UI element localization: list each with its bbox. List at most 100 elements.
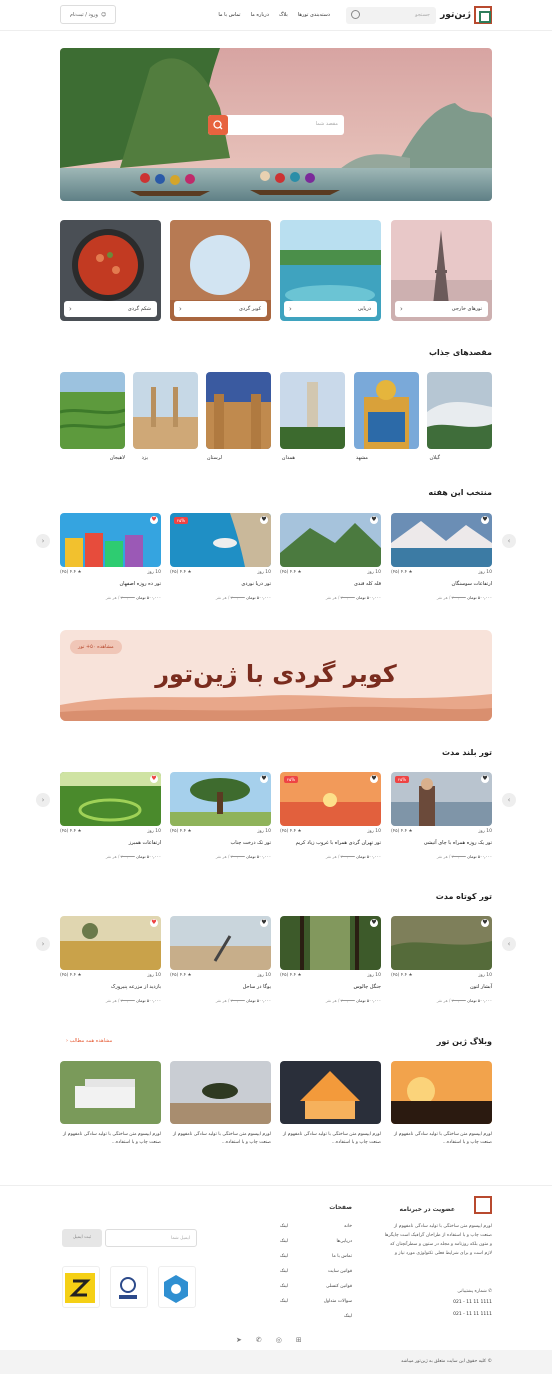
destination-card[interactable] <box>206 372 271 449</box>
category-card-desert[interactable]: کویر گردی ‹ <box>170 220 271 321</box>
footer-page-link[interactable]: لینک <box>324 1309 352 1324</box>
heart-icon[interactable]: ♥ <box>481 775 489 783</box>
carousel-next-button[interactable]: › <box>502 534 516 548</box>
brand-logo[interactable]: ژین‌تور <box>440 6 492 24</box>
heart-icon[interactable]: ♥ <box>150 775 158 783</box>
green-spiral-image <box>60 772 161 826</box>
tour-card[interactable]: ♥ <box>170 772 271 826</box>
footer-page-link[interactable]: تماس با ما <box>324 1249 352 1264</box>
phone-1[interactable]: 021 - 11 11 1111 <box>453 1300 492 1305</box>
whatsapp-icon[interactable]: ✆ <box>256 1336 262 1344</box>
hero-search-input[interactable]: مقصد شما <box>208 115 344 135</box>
carousel-prev-button[interactable]: ‹ <box>36 793 50 807</box>
carousel-prev-button[interactable]: ‹ <box>36 534 50 548</box>
heart-icon[interactable]: ♥ <box>481 919 489 927</box>
footer-page-link[interactable]: خانه <box>324 1219 352 1234</box>
footer-page-link[interactable]: قوانین کنسلی <box>324 1279 352 1294</box>
heart-icon[interactable]: ♥ <box>260 516 268 524</box>
trust-badge-zarinpal[interactable] <box>62 1266 100 1308</box>
heart-icon[interactable]: ♥ <box>150 516 158 524</box>
nav-contact[interactable]: تماس با ما <box>218 12 240 18</box>
footer-page-link[interactable]: سوالات متداول <box>324 1294 352 1309</box>
footer-link[interactable]: لینک <box>280 1219 288 1234</box>
heart-icon[interactable]: ♥ <box>260 775 268 783</box>
heart-icon[interactable]: ♥ <box>150 919 158 927</box>
tour-price: ۵۰۰,۰۰۰ تومان ۷۰۰,۰۰۰ / هر نفر <box>216 595 271 600</box>
blog-more-link[interactable]: مشاهده همه مطالب ‹ <box>66 1038 112 1044</box>
tour-card[interactable]: ♥ <box>170 916 271 970</box>
heart-icon[interactable]: ♥ <box>260 919 268 927</box>
desert-promo-banner[interactable]: کویر گردی با ژین‌تور مشاهده ۵۰+ تور <box>60 630 492 721</box>
category-card-sea[interactable]: دریایی ‹ <box>280 220 381 321</box>
hero-banner: مقصد شما <box>60 48 492 201</box>
tour-card[interactable]: ♥ <box>60 772 161 826</box>
trust-badge-enamad[interactable] <box>158 1266 196 1308</box>
blog-card[interactable]: لورم ایپسوم متن ساختگی با تولید سادگی نا… <box>60 1061 161 1145</box>
destination-card[interactable] <box>60 372 125 449</box>
destination-card[interactable] <box>354 372 419 449</box>
destination-card[interactable] <box>280 372 345 449</box>
carousel-next-button[interactable]: › <box>502 793 516 807</box>
phone-2[interactable]: 021 - 11 11 1111 <box>453 1312 492 1317</box>
destination-card[interactable] <box>427 372 492 449</box>
tour-card[interactable]: ♥ <box>60 513 161 567</box>
tour-card[interactable]: ♥ ۲۵% <box>391 772 492 826</box>
banner-title: کویر گردی با ژین‌تور <box>155 660 397 688</box>
heart-icon[interactable]: ♥ <box>370 775 378 783</box>
newsletter-submit-button[interactable]: ثبت ایمیل <box>62 1229 102 1247</box>
tour-rating: ★ ۴.۴ (۴۵) <box>280 570 302 575</box>
footer-link[interactable]: لینک <box>280 1279 288 1294</box>
old-price: ۷۰۰,۰۰۰ <box>340 998 355 1003</box>
enamad-icon <box>164 1275 188 1303</box>
login-label: ورود / ثبت‌نام <box>69 11 98 18</box>
footer-link[interactable]: لینک <box>280 1294 288 1309</box>
old-price: ۷۰۰,۰۰۰ <box>451 854 466 859</box>
tour-card[interactable]: ♥ <box>280 916 381 970</box>
footer-page-link[interactable]: قوانین سایت <box>324 1264 352 1279</box>
tour-card[interactable]: ♥ <box>391 513 492 567</box>
category-card-food[interactable]: شکم گردی ‹ <box>60 220 161 321</box>
instagram-icon[interactable]: ◎ <box>276 1336 282 1344</box>
login-button[interactable]: ☺ ورود / ثبت‌نام <box>60 5 116 24</box>
footer-page-link[interactable]: دریایی‌ها <box>324 1234 352 1249</box>
tour-card[interactable]: ♥ ۲۵% <box>280 772 381 826</box>
hero-search-button[interactable] <box>208 115 228 135</box>
footer-link[interactable]: لینک <box>280 1264 288 1279</box>
windows-icon[interactable]: ⊞ <box>296 1336 302 1344</box>
email-field[interactable]: ایمیل شما <box>105 1229 197 1247</box>
tour-card[interactable]: ♥ <box>391 916 492 970</box>
phone-icon: ✆ <box>488 1289 492 1294</box>
search-input[interactable]: جستجو <box>346 7 436 24</box>
tour-title: تور یک روزه همراه با چای آتیشی <box>423 840 492 846</box>
heart-icon[interactable]: ♥ <box>481 516 489 524</box>
tour-card[interactable]: ♥ ۲۵% <box>170 513 271 567</box>
heart-icon[interactable]: ♥ <box>370 516 378 524</box>
price-value: ۵۰۰,۰۰۰ تومان <box>136 998 161 1003</box>
tour-card[interactable]: ♥ <box>60 916 161 970</box>
tour-card-meta: 10 روز ★ ۴.۴ (۴۵) آبشار لتون ۵۰۰,۰۰۰ تومان … <box>391 973 492 1007</box>
old-price: ۷۰۰,۰۰۰ <box>451 595 466 600</box>
nav-about[interactable]: درباره ما <box>251 12 269 18</box>
heart-icon[interactable]: ♥ <box>370 919 378 927</box>
tour-card[interactable]: ♥ <box>280 513 381 567</box>
nav-blog[interactable]: بلاگ <box>279 12 288 18</box>
price-unit: / هر نفر <box>436 854 451 859</box>
blog-card[interactable]: لورم ایپسوم متن ساختگی با تولید سادگی نا… <box>280 1061 381 1145</box>
carousel-prev-button[interactable]: ‹ <box>36 937 50 951</box>
blog-card[interactable]: لورم ایپسوم متن ساختگی با تولید سادگی نا… <box>170 1061 271 1145</box>
destination-card[interactable] <box>133 372 198 449</box>
banner-button[interactable]: مشاهده ۵۰+ تور <box>70 640 122 654</box>
tour-image: ♥ <box>280 916 381 970</box>
category-card-foreign[interactable]: تورهای خارجی ‹ <box>391 220 492 321</box>
trust-badge-samandehi[interactable] <box>110 1266 148 1308</box>
destination-label: لاهیجان <box>109 455 125 461</box>
tour-duration: 10 روز <box>257 570 271 575</box>
tour-card-meta: 10 روز ★ ۴.۴ (۴۵) جنگل چالوس ۵۰۰,۰۰۰ تومان … <box>280 973 381 1007</box>
nav-tour-categories[interactable]: دسته‌بندی تورها <box>298 12 330 18</box>
carousel-next-button[interactable]: › <box>502 937 516 951</box>
footer-link[interactable]: لینک <box>280 1249 288 1264</box>
blog-card[interactable]: لورم ایپسوم متن ساختگی با تولید سادگی نا… <box>391 1061 492 1145</box>
footer-link[interactable]: لینک <box>280 1234 288 1249</box>
price-value: ۵۰۰,۰۰۰ تومان <box>467 854 492 859</box>
telegram-icon[interactable]: ➤ <box>236 1336 242 1344</box>
